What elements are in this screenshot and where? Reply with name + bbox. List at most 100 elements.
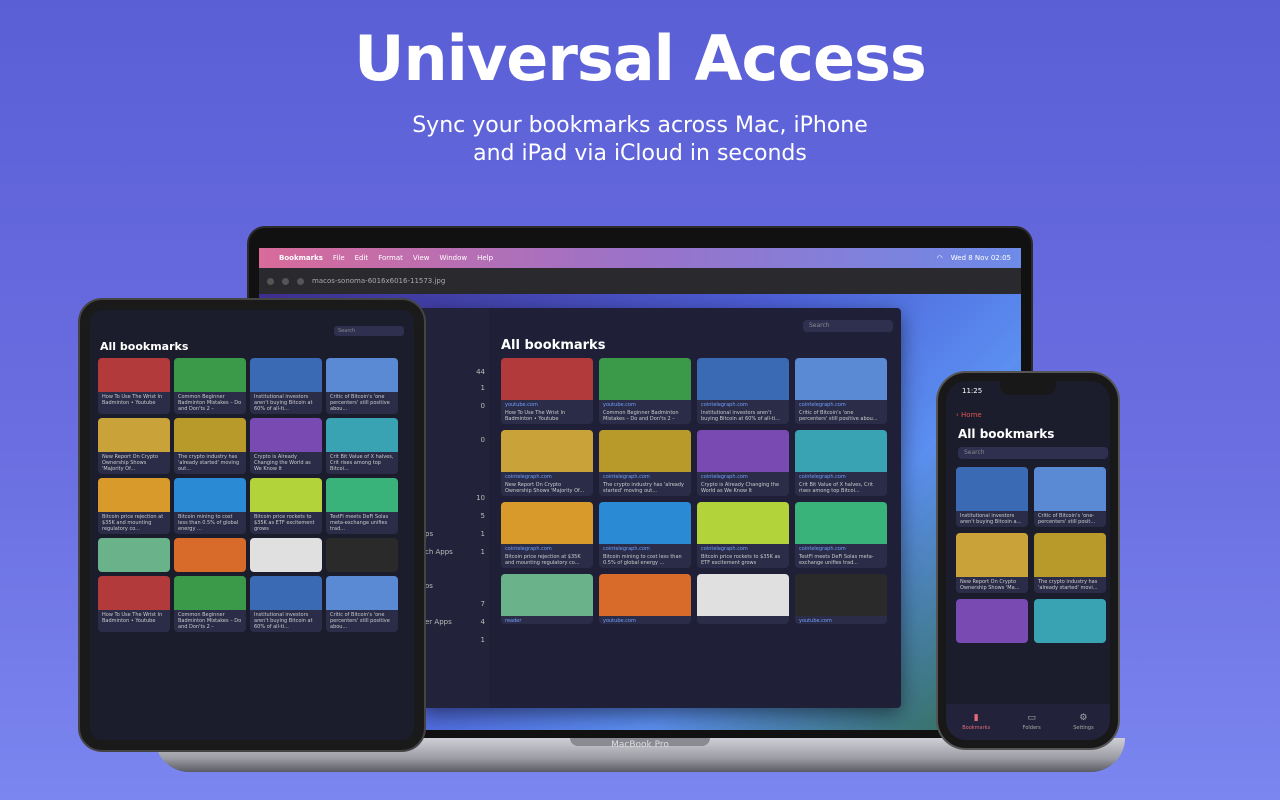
bookmark-card[interactable]: reader [501, 574, 593, 624]
sidebar-item[interactable]: er Apps [425, 618, 452, 626]
wifi-icon[interactable]: ◠ [937, 254, 943, 262]
tab-settings[interactable]: ⚙ Settings [1073, 713, 1094, 731]
sidebar-count[interactable]: 4 [481, 618, 485, 626]
preview-toolbar: macos-sonoma-6016x6016-11573.jpg [259, 268, 1021, 294]
bookmark-card[interactable]: youtube.com [599, 574, 691, 624]
tab-folders[interactable]: ▭ Folders [1023, 713, 1041, 731]
bookmark-card[interactable] [98, 538, 170, 572]
bookmark-card[interactable]: The crypto industry has 'already started… [1034, 533, 1106, 593]
menu-format[interactable]: Format [378, 254, 403, 262]
sidebar-count[interactable]: 1 [481, 384, 485, 392]
bookmark-card[interactable]: Critic of Bitcoin's 'one-percenters' sti… [1034, 467, 1106, 527]
bookmark-thumbnail [98, 418, 170, 452]
menu-view[interactable]: View [413, 254, 430, 262]
bookmark-site: cointelegraph.com [603, 546, 650, 552]
bookmark-card[interactable]: youtube.com How To Use The Wrist In Badmi… [501, 358, 593, 424]
ipad-search-input[interactable]: Search [334, 326, 404, 336]
bookmarks-app-window: 44 1 0 0 10 5 1 1 7 4 1 ps ch Apps os er… [421, 308, 901, 708]
sidebar-item[interactable]: ps [425, 530, 433, 538]
hero-title: Universal Access [354, 22, 927, 95]
menubar-clock[interactable]: Wed 8 Nov 02:05 [951, 254, 1011, 262]
iphone-back-button[interactable]: ‹ Home [956, 411, 982, 419]
bookmark-card[interactable]: Bitcoin price rejection at $35K and moun… [98, 478, 170, 534]
bookmark-thumbnail [956, 599, 1028, 643]
zoom-window-button[interactable] [297, 277, 304, 285]
bookmark-card[interactable]: Common Beginner Badminton Mistakes – Do … [174, 576, 246, 632]
search-input[interactable]: Search [803, 320, 893, 332]
menu-help[interactable]: Help [477, 254, 493, 262]
bookmark-card[interactable]: Common Beginner Badminton Mistakes – Do … [174, 358, 246, 414]
bookmark-card[interactable] [956, 599, 1028, 643]
bookmark-title: Critic of Bitcoin's 'one percenters' sti… [330, 394, 390, 412]
bookmark-card[interactable]: Critic of Bitcoin's 'one percenters' sti… [326, 358, 398, 414]
bookmark-card[interactable]: cointelegraph.com TestFi meets DeFi Solas… [795, 502, 887, 568]
bookmark-card[interactable]: TestFi meets DeFi Solas meta-exchange un… [326, 478, 398, 534]
bookmark-thumbnail [501, 358, 593, 400]
bookmark-thumbnail [326, 418, 398, 452]
bookmark-card[interactable]: New Report On Crypto Ownership Shows 'Ma… [98, 418, 170, 474]
menu-app[interactable]: Bookmarks [279, 254, 323, 262]
bookmark-card[interactable]: Critic of Bitcoin's 'one percenters' sti… [326, 576, 398, 632]
tab-label: Folders [1022, 725, 1041, 731]
sidebar-count[interactable]: 1 [481, 530, 485, 538]
tab-bookmarks[interactable]: ▮ Bookmarks [962, 713, 990, 731]
bookmark-card[interactable]: cointelegraph.com Bitcoin mining to cost … [599, 502, 691, 568]
bookmark-card[interactable]: youtube.com Common Beginner Badminton Mis… [599, 358, 691, 424]
menu-file[interactable]: File [333, 254, 345, 262]
bookmark-title: New Report On Crypto Ownership Shows 'Ma… [960, 579, 1020, 591]
sidebar-count[interactable]: 0 [481, 436, 485, 444]
bookmark-card[interactable]: Institutional investors aren't buying Bi… [956, 467, 1028, 527]
bookmark-card[interactable] [174, 538, 246, 572]
bookmark-card[interactable]: Crit Bit Value of X halves, Crit rises a… [326, 418, 398, 474]
main-title: All bookmarks [501, 338, 606, 353]
bookmark-card[interactable]: Institutional investors aren't buying Bi… [250, 576, 322, 632]
menu-window[interactable]: Window [439, 254, 467, 262]
bookmark-card[interactable]: New Report On Crypto Ownership Shows 'Ma… [956, 533, 1028, 593]
bookmark-card[interactable]: Institutional investors aren't buying Bi… [250, 358, 322, 414]
bookmark-site: youtube.com [603, 402, 636, 408]
bookmark-title: Bitcoin price rockets to $35K as ETF exc… [701, 554, 781, 566]
bookmark-card[interactable]: cointelegraph.com Institutional investors… [697, 358, 789, 424]
bookmark-card[interactable]: Crypto is Already Changing the World as … [250, 418, 322, 474]
bookmark-site: cointelegraph.com [799, 402, 846, 408]
bookmark-card[interactable]: cointelegraph.com New Report On Crypto Ow… [501, 430, 593, 496]
bookmark-thumbnail [956, 467, 1028, 511]
bookmark-card[interactable]: Bitcoin price rockets to $35K as ETF exc… [250, 478, 322, 534]
bookmark-title: TestFi meets DeFi Solas meta-exchange un… [799, 554, 874, 566]
tab-label: Bookmarks [962, 725, 991, 731]
bookmark-title: Crit Bit Value of X halves, Crit rises a… [330, 454, 394, 472]
bookmark-card[interactable] [326, 538, 398, 572]
bookmark-card[interactable]: The crypto industry has 'already started… [174, 418, 246, 474]
bookmark-card[interactable]: How To Use The Wrist In Badminton • Yout… [98, 576, 170, 632]
bookmark-card[interactable]: cointelegraph.com Critic of Bitcoin's 'on… [795, 358, 887, 424]
sidebar-count[interactable]: 44 [476, 368, 485, 376]
bookmark-card[interactable] [250, 538, 322, 572]
sidebar-item[interactable]: os [425, 582, 433, 590]
bookmark-card[interactable]: youtube.com [795, 574, 887, 624]
bookmark-card[interactable]: cointelegraph.com Bitcoin price rockets t… [697, 502, 789, 568]
bookmark-card[interactable] [697, 574, 789, 624]
sidebar-item[interactable]: ch Apps [425, 548, 453, 556]
bookmark-card[interactable]: Bitcoin mining to cost less than 0.5% of… [174, 478, 246, 534]
close-window-button[interactable] [267, 277, 274, 285]
minimize-window-button[interactable] [282, 277, 289, 285]
sidebar-count[interactable]: 5 [481, 512, 485, 520]
bookmark-card[interactable] [1034, 599, 1106, 643]
sidebar-count[interactable]: 7 [481, 600, 485, 608]
bookmark-thumbnail [250, 418, 322, 452]
iphone-device: 11:25 ‹ Home All bookmarks Search Instit… [938, 373, 1118, 748]
menu-edit[interactable]: Edit [355, 254, 369, 262]
bookmark-card[interactable]: cointelegraph.com Crypto is Already Chang… [697, 430, 789, 496]
sidebar-count[interactable]: 1 [481, 548, 485, 556]
bookmark-thumbnail [250, 478, 322, 512]
bookmark-card[interactable]: cointelegraph.com The crypto industry has… [599, 430, 691, 496]
app-sidebar: 44 1 0 0 10 5 1 1 7 4 1 ps ch Apps os er… [421, 308, 489, 708]
bookmark-card[interactable]: How To Use The Wrist In Badminton • Yout… [98, 358, 170, 414]
bookmark-thumbnail [250, 538, 322, 572]
sidebar-count[interactable]: 10 [476, 494, 485, 502]
bookmark-card[interactable]: cointelegraph.com Crit Bit Value of X hal… [795, 430, 887, 496]
iphone-search-input[interactable]: Search [958, 447, 1108, 459]
bookmark-card[interactable]: cointelegraph.com Bitcoin price rejection… [501, 502, 593, 568]
sidebar-count[interactable]: 0 [481, 402, 485, 410]
sidebar-count[interactable]: 1 [481, 636, 485, 644]
